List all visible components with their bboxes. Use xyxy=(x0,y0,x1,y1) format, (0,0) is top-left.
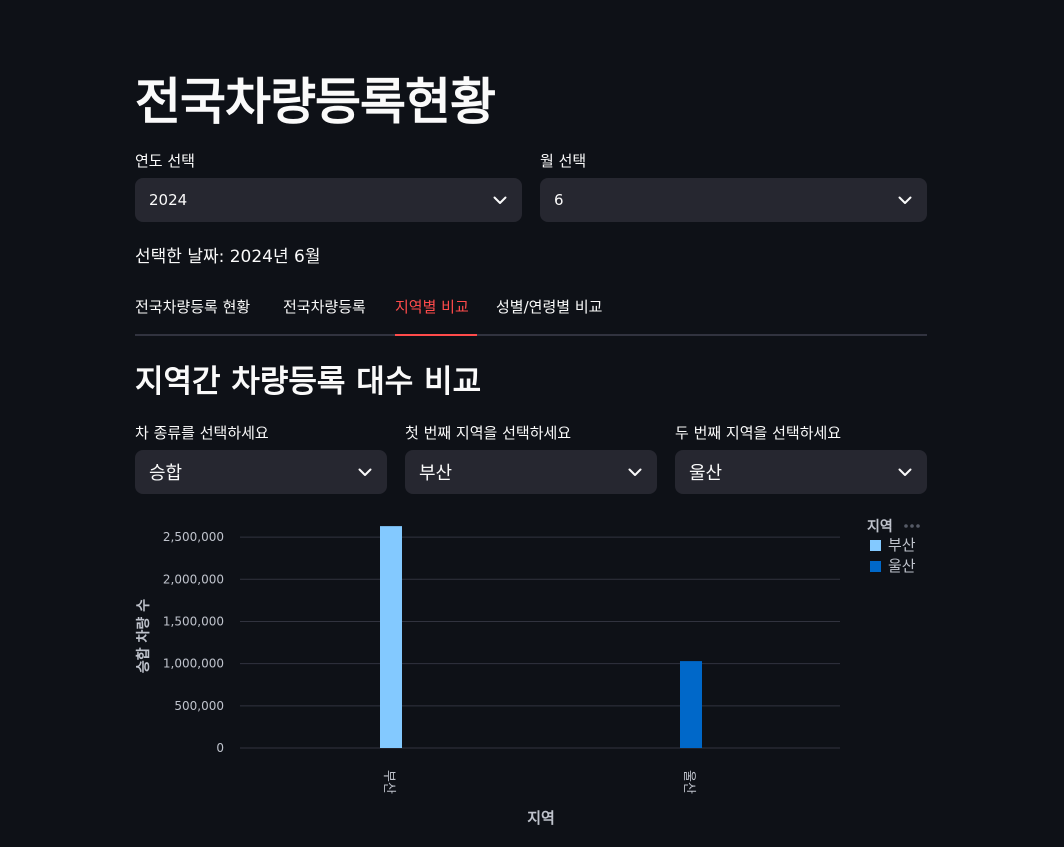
chevron-down-icon xyxy=(627,464,643,480)
more-horizontal-icon[interactable] xyxy=(904,524,920,528)
bar-1 xyxy=(380,526,402,748)
chevron-down-icon xyxy=(357,464,373,480)
chevron-down-icon xyxy=(897,464,913,480)
vehicle-type-select[interactable]: 승합 xyxy=(135,450,387,494)
region2-select[interactable]: 울산 xyxy=(675,450,927,494)
bar-chart: 0 500,000 1,000,000 1,500,000 2,000,000 2,500… xyxy=(135,518,920,827)
active-tab-indicator xyxy=(395,334,477,336)
legend-swatch-1 xyxy=(870,540,881,551)
chart-bars xyxy=(380,526,702,748)
year-select-value: 2024 xyxy=(149,191,188,209)
chart-legend: 지역 부산울산 xyxy=(867,518,920,575)
y-axis-ticks: 0 500,000 1,000,000 1,500,000 2,000,000 2,500… xyxy=(163,530,224,755)
legend-swatch-2 xyxy=(870,561,881,572)
y-tick-label: 1,000,000 xyxy=(163,657,224,671)
selected-date-text: 선택한 날짜: 2024년 6월 xyxy=(135,247,321,267)
tab-gender-age-comparison[interactable]: 성별/연령별 비교 xyxy=(496,296,602,334)
x-axis-ticks: 부산 울산 xyxy=(381,770,696,794)
month-select-label: 월 선택 xyxy=(540,152,587,170)
region1-select[interactable]: 부산 xyxy=(405,450,657,494)
y-tick-label: 2,000,000 xyxy=(163,572,224,586)
region2-value: 울산 xyxy=(689,463,723,484)
region1-label: 첫 번째 지역을 선택하세요 xyxy=(405,424,572,442)
page-title: 전국차량등록현황 xyxy=(135,73,496,131)
chevron-down-icon xyxy=(897,192,913,208)
year-select[interactable]: 2024 xyxy=(135,178,522,222)
legend-title: 지역 xyxy=(867,518,893,535)
tab-bar: 전국차량등록 현황 전국차량등록 지역별 비교 성별/연령별 비교 xyxy=(135,296,927,336)
x-axis-title: 지역 xyxy=(527,809,555,827)
y-tick-label: 0 xyxy=(216,741,224,755)
legend-label-1: 부산 xyxy=(888,536,916,554)
legend-items: 부산울산 xyxy=(870,536,916,575)
y-tick-label: 2,500,000 xyxy=(163,530,224,544)
region1-value: 부산 xyxy=(419,463,453,484)
chart-grid xyxy=(240,536,840,749)
vehicle-type-label: 차 종류를 선택하세요 xyxy=(135,424,269,442)
tab-regional-comparison[interactable]: 지역별 비교 xyxy=(395,296,469,334)
bar-2 xyxy=(680,661,702,748)
tab-national-registration[interactable]: 전국차량등록 xyxy=(283,296,366,334)
chevron-down-icon xyxy=(492,192,508,208)
y-axis-title: 승합 차량 수 xyxy=(135,599,152,673)
y-tick-label: 1,500,000 xyxy=(163,614,224,628)
x-tick-label: 울산 xyxy=(681,770,696,794)
vehicle-type-value: 승합 xyxy=(149,463,183,484)
region2-label: 두 번째 지역을 선택하세요 xyxy=(675,424,842,442)
legend-label-2: 울산 xyxy=(888,557,916,575)
month-select-value: 6 xyxy=(554,191,564,209)
year-select-label: 연도 선택 xyxy=(135,152,195,170)
x-tick-label: 부산 xyxy=(381,770,396,794)
y-tick-label: 500,000 xyxy=(174,699,224,713)
month-select[interactable]: 6 xyxy=(540,178,927,222)
section-title: 지역간 차량등록 대수 비교 xyxy=(135,364,482,400)
tab-national-status[interactable]: 전국차량등록 현황 xyxy=(135,296,250,334)
